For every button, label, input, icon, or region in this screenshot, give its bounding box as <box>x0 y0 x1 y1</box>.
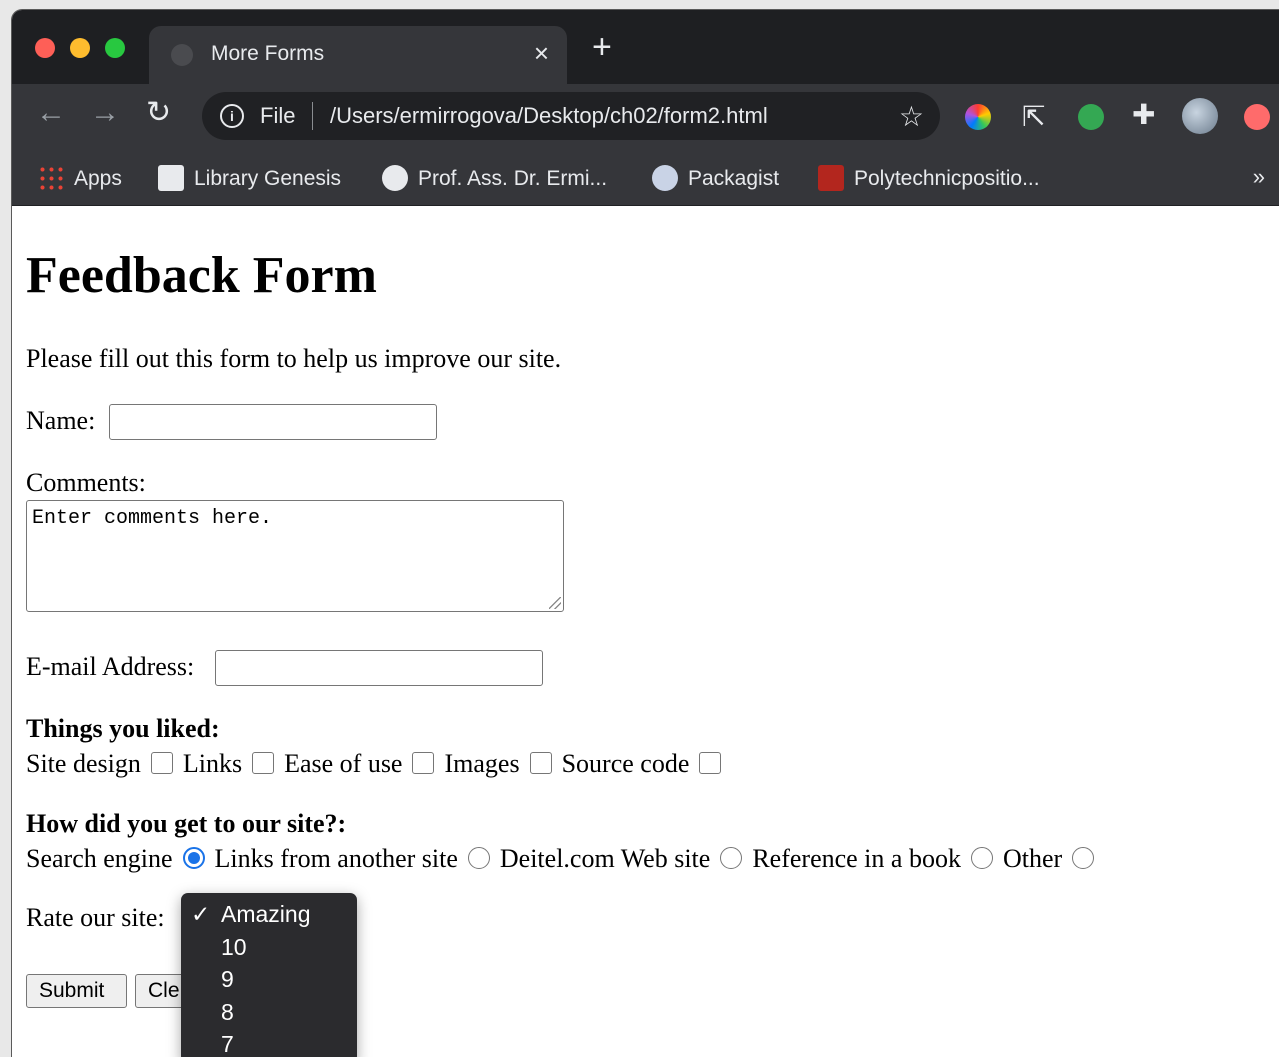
name-label: Name: <box>26 406 96 435</box>
rate-select-dropdown[interactable]: ✓ Amazing 10 9 8 7 <box>181 893 357 1057</box>
rate-option[interactable]: 10 <box>221 934 247 961</box>
page-title: Feedback Form <box>26 247 377 304</box>
packagist-icon <box>652 165 678 191</box>
name-input[interactable] <box>109 404 437 440</box>
option-label: Deitel.com Web site <box>499 844 711 873</box>
bookmark-label: Prof. Ass. Dr. Ermi... <box>418 167 608 190</box>
deitel-radio[interactable] <box>720 847 743 869</box>
bookmark-library-genesis[interactable]: Library Genesis <box>158 165 341 191</box>
color-picker-extension-icon[interactable] <box>965 104 991 130</box>
library-icon <box>158 165 184 191</box>
rate-label: Rate our site: <box>26 903 165 932</box>
url-text[interactable]: /Users/ermirrogova/Desktop/ch02/form2.ht… <box>330 103 768 129</box>
option-label: Site design <box>26 749 141 778</box>
search-engine-radio[interactable] <box>182 847 205 869</box>
submit-button[interactable]: Submit <box>26 974 127 1008</box>
bookmark-apps[interactable]: Apps <box>38 165 122 191</box>
bookmark-polytechnic[interactable]: Polytechnicpositio... <box>818 165 1040 191</box>
option-label: Search engine <box>26 844 173 873</box>
source-options-row: Search engine Links from another site Deit… <box>26 844 1104 874</box>
tab-title: More Forms <box>211 42 325 65</box>
checkmark-icon: ✓ <box>191 901 211 927</box>
new-tab-button[interactable]: + <box>592 30 612 64</box>
liked-heading: Things you liked: <box>26 714 220 743</box>
bookmark-label: Library Genesis <box>194 167 342 190</box>
globe-icon <box>382 165 408 191</box>
links-checkbox[interactable] <box>252 752 275 774</box>
source-code-checkbox[interactable] <box>699 752 722 774</box>
links-radio[interactable] <box>467 847 490 869</box>
bookmark-prof[interactable]: Prof. Ass. Dr. Ermi... <box>382 165 607 191</box>
polytechnic-icon <box>818 165 844 191</box>
globe-icon <box>171 44 193 66</box>
option-label: Ease of use <box>284 749 403 778</box>
comments-text: Enter comments here. <box>32 507 273 530</box>
url-separator <box>312 102 313 130</box>
browser-window: More Forms × + ← → ↻ i File /Users/ermir… <box>12 10 1279 1057</box>
minimize-window-button[interactable] <box>70 38 90 58</box>
bookmark-label: Apps <box>74 167 122 190</box>
email-label: E-mail Address: <box>26 652 195 681</box>
green-extension-icon[interactable] <box>1078 104 1104 130</box>
rate-option[interactable]: 8 <box>221 999 234 1026</box>
liked-options-row: Site design Links Ease of use Images Source … <box>26 749 731 779</box>
info-icon[interactable]: i <box>220 104 244 128</box>
option-label: Images <box>444 749 520 778</box>
reload-icon[interactable]: ↻ <box>146 98 171 128</box>
tab-strip: More Forms × + <box>12 10 1279 84</box>
images-checkbox[interactable] <box>529 752 552 774</box>
profile-avatar[interactable] <box>1182 98 1218 134</box>
email-input[interactable] <box>215 650 543 686</box>
more-bookmarks-button[interactable]: » <box>1253 164 1265 190</box>
option-label: Other <box>1002 844 1063 873</box>
comments-label: Comments: <box>26 468 146 497</box>
option-label: Links <box>182 749 243 778</box>
option-label: Reference in a book <box>752 844 961 873</box>
rate-option[interactable]: ✓ Amazing <box>191 901 311 928</box>
update-extension-icon[interactable] <box>1244 104 1270 130</box>
comments-textarea[interactable]: Enter comments here. <box>26 500 564 612</box>
cursor-extension-icon[interactable]: ⇱ <box>1022 100 1048 132</box>
bookmark-label: Packagist <box>688 167 780 190</box>
tab-more-forms[interactable]: More Forms × <box>149 26 567 84</box>
option-text: Amazing <box>221 901 311 927</box>
bookmark-packagist[interactable]: Packagist <box>652 165 779 191</box>
book-radio[interactable] <box>970 847 993 869</box>
extensions-puzzle-icon[interactable]: ✚ <box>1132 98 1158 130</box>
rate-option[interactable]: 9 <box>221 966 234 993</box>
browser-toolbar: ← → ↻ i File /Users/ermirrogova/Desktop/… <box>12 84 1279 150</box>
site-design-checkbox[interactable] <box>150 752 173 774</box>
close-window-button[interactable] <box>35 38 55 58</box>
bookmarks-bar: Apps Library Genesis Prof. Ass. Dr. Ermi… <box>12 150 1279 206</box>
maximize-window-button[interactable] <box>105 38 125 58</box>
address-bar[interactable]: i File /Users/ermirrogova/Desktop/ch02/f… <box>202 92 940 140</box>
source-heading: How did you get to our site?: <box>26 809 347 838</box>
url-scheme: File <box>260 103 296 128</box>
close-icon[interactable]: × <box>534 38 549 69</box>
option-label: Links from another site <box>214 844 458 873</box>
rate-option[interactable]: 7 <box>221 1031 234 1057</box>
resize-handle[interactable] <box>549 597 561 609</box>
bookmark-star-icon[interactable]: ☆ <box>899 100 924 133</box>
ease-of-use-checkbox[interactable] <box>412 752 435 774</box>
apps-grid-icon <box>38 165 64 191</box>
intro-text: Please fill out this form to help us imp… <box>26 344 562 373</box>
other-radio[interactable] <box>1072 847 1095 869</box>
option-label: Source code <box>561 749 690 778</box>
back-arrow-icon[interactable]: ← <box>36 98 66 128</box>
bookmark-label: Polytechnicpositio... <box>854 167 1040 190</box>
forward-arrow-icon[interactable]: → <box>90 98 120 128</box>
